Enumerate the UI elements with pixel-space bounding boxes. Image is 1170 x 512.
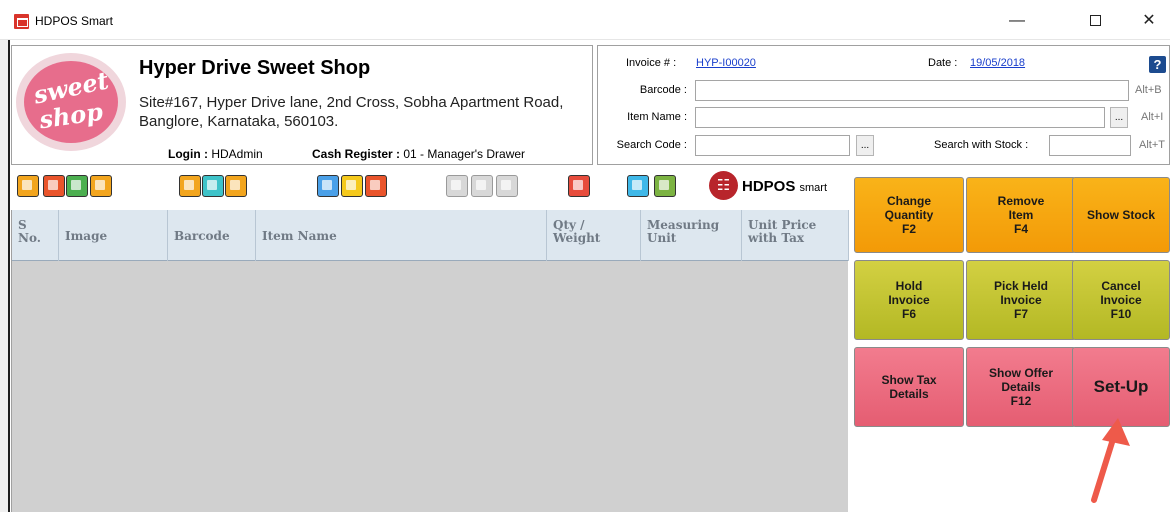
invoice-number-link[interactable]: HYP-I00020 bbox=[696, 57, 756, 69]
pick-held-invoice-button[interactable]: Pick Held Invoice F7 bbox=[966, 260, 1076, 340]
invoice-number-label: Invoice # : bbox=[626, 57, 677, 69]
date-label: Date : bbox=[928, 57, 958, 69]
hdpos-cart-logo-icon: ☷ bbox=[709, 171, 738, 200]
arrow-shaft bbox=[1091, 433, 1117, 503]
show-offer-details-button[interactable]: Show Offer Details F12 bbox=[966, 347, 1076, 427]
search-code-input[interactable] bbox=[695, 135, 850, 156]
shop-address: Site#167, Hyper Drive lane, 2nd Cross, S… bbox=[139, 94, 564, 130]
window-title: HDPOS Smart bbox=[35, 14, 114, 28]
hold-invoice-button[interactable]: Hold Invoice F6 bbox=[854, 260, 964, 340]
cash-register-info: Cash Register : 01 - Manager's Drawer bbox=[312, 147, 525, 161]
login-label: Login : bbox=[168, 147, 208, 161]
cash-register-value: 01 - Manager's Drawer bbox=[403, 147, 526, 161]
search-code-browse-button[interactable]: ... bbox=[856, 135, 874, 156]
cancel-disabled-icon[interactable] bbox=[496, 175, 518, 197]
apps-icon[interactable] bbox=[568, 175, 590, 197]
window-left-border bbox=[0, 40, 10, 512]
col-image[interactable]: Image bbox=[59, 210, 168, 261]
show-tax-details-button[interactable]: Show Tax Details bbox=[854, 347, 964, 427]
help-button[interactable]: ? bbox=[1149, 56, 1166, 73]
cancel-invoice-button[interactable]: Cancel Invoice F10 bbox=[1072, 260, 1170, 340]
col-qty[interactable]: Qty / Weight bbox=[547, 210, 641, 261]
date-link[interactable]: 19/05/2018 bbox=[970, 57, 1025, 69]
barcode-label: Barcode : bbox=[639, 84, 687, 96]
annotation-arrow bbox=[1091, 418, 1130, 503]
coin-disabled-icon[interactable] bbox=[471, 175, 493, 197]
grid-header: S No. Image Barcode Item Name Qty / Weight Me… bbox=[12, 210, 849, 261]
search-code-label: Search Code : bbox=[616, 139, 687, 151]
item-grid[interactable]: S No. Image Barcode Item Name Qty / Weight Me… bbox=[11, 210, 849, 512]
puzzle-icon[interactable] bbox=[317, 175, 339, 197]
col-sno[interactable]: S No. bbox=[12, 210, 59, 261]
maximize-button[interactable] bbox=[1073, 8, 1117, 34]
brand-small: smart bbox=[799, 182, 828, 194]
report-icon[interactable] bbox=[66, 175, 88, 197]
login-value: HDAdmin bbox=[211, 147, 263, 161]
shop-info-panel: sweet shop Hyper Drive Sweet Shop Site#1… bbox=[11, 45, 593, 165]
document-icon[interactable] bbox=[90, 175, 112, 197]
col-barcode[interactable]: Barcode bbox=[168, 210, 256, 261]
shop-name: Hyper Drive Sweet Shop bbox=[139, 57, 371, 79]
settings-gear-icon[interactable] bbox=[654, 175, 676, 197]
item-name-input[interactable] bbox=[695, 107, 1105, 128]
change-quantity-button[interactable]: Change Quantity F2 bbox=[854, 177, 964, 253]
edit-list-icon[interactable] bbox=[179, 175, 201, 197]
maximize-icon bbox=[1089, 15, 1101, 27]
app-cart-icon bbox=[14, 14, 29, 29]
remove-item-button[interactable]: Remove Item F4 bbox=[966, 177, 1076, 253]
calculator-icon[interactable] bbox=[43, 175, 65, 197]
col-item-name[interactable]: Item Name bbox=[256, 210, 547, 261]
search-stock-input[interactable] bbox=[1049, 135, 1131, 156]
search-stock-label: Search with Stock : bbox=[934, 139, 1029, 151]
barcode-hotkey: Alt+B bbox=[1135, 84, 1162, 96]
note-edit-icon[interactable] bbox=[341, 175, 363, 197]
minimize-button[interactable]: — bbox=[995, 8, 1039, 34]
shop-logo: sweet shop bbox=[16, 53, 126, 151]
toolbar: ☷ HDPOS smart bbox=[11, 168, 851, 208]
hdpos-brand: HDPOS smart bbox=[742, 178, 827, 195]
search-stock-hotkey: Alt+T bbox=[1139, 139, 1165, 151]
item-name-label: Item Name : bbox=[627, 111, 687, 123]
brand-name: HDPOS bbox=[742, 178, 796, 195]
col-price[interactable]: Unit Price with Tax bbox=[742, 210, 849, 261]
login-info: Login : HDAdmin bbox=[168, 147, 263, 161]
open-icon[interactable] bbox=[17, 175, 39, 197]
title-bar: HDPOS Smart — ✕ bbox=[0, 0, 1170, 40]
person-add-icon[interactable] bbox=[225, 175, 247, 197]
list-disabled-icon[interactable] bbox=[446, 175, 468, 197]
item-name-hotkey: Alt+I bbox=[1141, 111, 1164, 123]
cash-register-label: Cash Register : bbox=[312, 147, 401, 161]
user-icon[interactable] bbox=[627, 175, 649, 197]
close-button[interactable]: ✕ bbox=[1127, 8, 1170, 34]
item-name-browse-button[interactable]: ... bbox=[1110, 107, 1128, 128]
invoice-panel: Invoice # : HYP-I00020 Date : 19/05/2018… bbox=[597, 45, 1170, 165]
arrow-head bbox=[1102, 418, 1130, 446]
show-stock-button[interactable]: Show Stock bbox=[1072, 177, 1170, 253]
barcode-input[interactable] bbox=[695, 80, 1129, 101]
return-icon[interactable] bbox=[365, 175, 387, 197]
cart-icon[interactable] bbox=[202, 175, 224, 197]
col-unit[interactable]: Measuring Unit bbox=[641, 210, 742, 261]
